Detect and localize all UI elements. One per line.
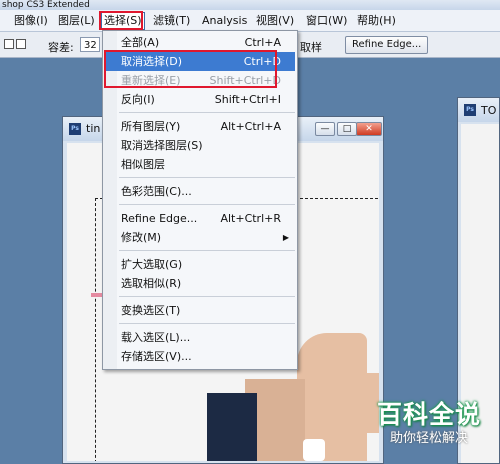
menu-window[interactable]: 窗口(W) <box>306 13 347 29</box>
tolerance-label: 容差: <box>48 41 74 54</box>
menu-item-all-layers[interactable]: 所有图层(Y) Alt+Ctrl+A <box>105 117 295 136</box>
annotation-box-menu <box>99 11 143 30</box>
menu-separator <box>119 112 295 113</box>
watermark-logo: 百科全说 助你轻松解决 <box>370 400 488 458</box>
maximize-icon[interactable]: □ <box>337 122 357 136</box>
menu-item-label: 存储选区(V)... <box>121 350 192 363</box>
menu-bar: 图像(I) 图层(L) 选择(S) 滤镜(T) Analysis 视图(V) 窗… <box>0 10 500 32</box>
menu-separator <box>119 323 295 324</box>
menu-layer[interactable]: 图层(L) <box>58 13 95 29</box>
menu-separator <box>119 204 295 205</box>
annotation-box-deselect <box>104 50 277 88</box>
menu-item-label: 反向(I) <box>121 93 155 106</box>
menu-item-label: 变换选区(T) <box>121 304 181 317</box>
menu-item-transform-selection[interactable]: 变换选区(T) <box>105 301 295 320</box>
menu-analysis[interactable]: Analysis <box>202 13 247 29</box>
menu-item-grow[interactable]: 扩大选取(G) <box>105 255 295 274</box>
figure-white-cloth <box>303 439 325 461</box>
menu-item-refine-edge[interactable]: Refine Edge... Alt+Ctrl+R <box>105 209 295 228</box>
app-title-bar: shop CS3 Extended <box>0 0 500 10</box>
close-icon[interactable]: ✕ <box>356 122 382 136</box>
watermark-title: 百科全说 <box>376 400 481 429</box>
menu-item-save-selection[interactable]: 存储选区(V)... <box>105 347 295 366</box>
menu-help[interactable]: 帮助(H) <box>357 13 396 29</box>
menu-item-label: 修改(M) <box>121 231 162 244</box>
menu-item-similar[interactable]: 选取相似(R) <box>105 274 295 293</box>
refine-edge-button[interactable]: Refine Edge... <box>345 36 429 54</box>
second-document-titlebar[interactable]: Ps TO <box>458 98 499 122</box>
menu-item-shortcut: Alt+Ctrl+A <box>220 120 281 133</box>
menu-item-label: 载入选区(L)... <box>121 331 191 344</box>
menu-item-load-selection[interactable]: 载入选区(L)... <box>105 328 295 347</box>
menu-item-shortcut: Shift+Ctrl+I <box>214 93 281 106</box>
menu-item-label: 所有图层(Y) <box>121 120 181 133</box>
menu-item-shortcut: Alt+Ctrl+R <box>220 212 281 225</box>
new-selection-icon[interactable] <box>4 39 14 49</box>
menu-filter[interactable]: 滤镜(T) <box>153 13 190 29</box>
menu-item-label: 扩大选取(G) <box>121 258 183 271</box>
menu-item-label: 取消选择图层(S) <box>121 139 203 152</box>
menu-item-label: Refine Edge... <box>121 212 198 225</box>
photoshop-icon: Ps <box>69 123 81 135</box>
submenu-arrow-icon: ▶ <box>282 233 289 242</box>
menu-item-deselect-layers[interactable]: 取消选择图层(S) <box>105 136 295 155</box>
document-name: tin <box>86 122 101 135</box>
menu-item-label: 色彩范围(C)... <box>121 185 192 198</box>
second-document-name: TO <box>481 104 497 117</box>
menu-item-label: 选取相似(R) <box>121 277 182 290</box>
menu-view[interactable]: 视图(V) <box>256 13 294 29</box>
menu-item-inverse[interactable]: 反向(I) Shift+Ctrl+I <box>105 90 295 109</box>
figure-jeans <box>207 393 257 461</box>
menu-separator <box>119 296 295 297</box>
watermark-subtitle: 助你轻松解决 <box>389 431 468 446</box>
app-title: shop CS3 Extended <box>2 0 90 10</box>
minimize-icon[interactable]: — <box>315 122 335 136</box>
menu-item-similar-layers[interactable]: 相似图层 <box>105 155 295 174</box>
sample-label: 取样 <box>300 41 322 54</box>
menu-item-color-range[interactable]: 色彩范围(C)... <box>105 182 295 201</box>
menu-item-label: 相似图层 <box>121 158 165 171</box>
menu-item-modify[interactable]: 修改(M) ▶ <box>105 228 295 247</box>
photoshop-icon: Ps <box>464 104 476 116</box>
tolerance-input[interactable]: 32 <box>80 37 100 52</box>
menu-separator <box>119 177 295 178</box>
menu-separator <box>119 250 295 251</box>
add-selection-icon[interactable] <box>16 39 26 49</box>
menu-image[interactable]: 图像(I) <box>14 13 48 29</box>
